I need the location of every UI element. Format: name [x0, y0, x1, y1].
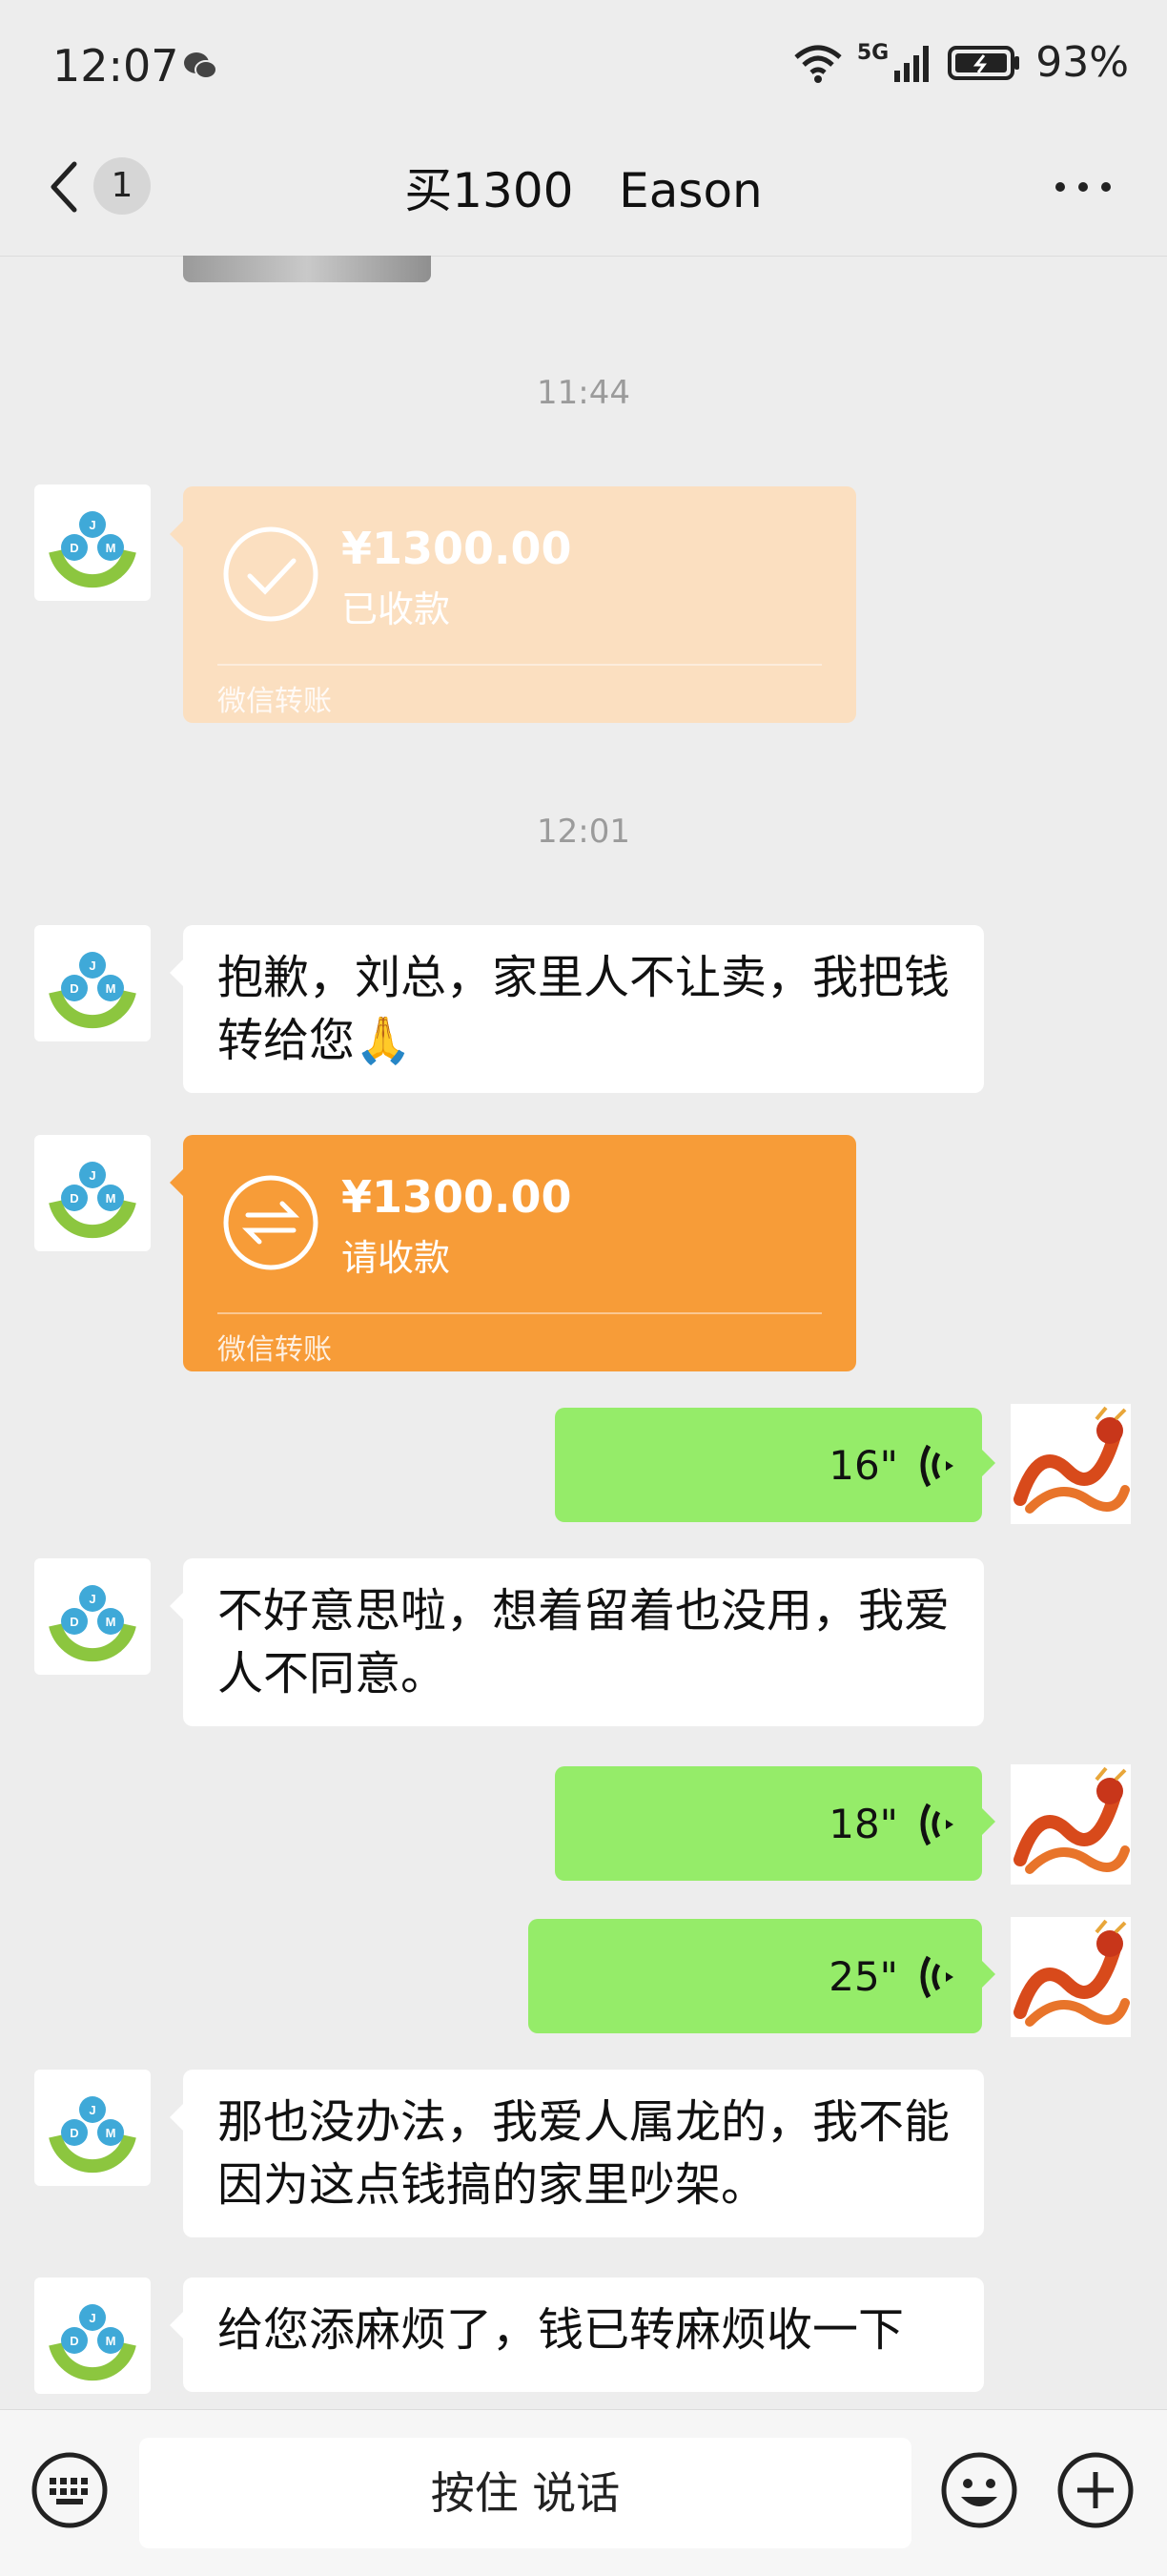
- signal-icon: [894, 45, 930, 82]
- svg-text:D: D: [70, 1191, 78, 1206]
- svg-text:D: D: [70, 981, 78, 996]
- logo-avatar-icon: J D M: [49, 2304, 136, 2381]
- logo-avatar-icon: J D M: [49, 952, 136, 1029]
- svg-text:M: M: [106, 2334, 116, 2348]
- svg-text:J: J: [89, 1592, 95, 1606]
- svg-text:M: M: [106, 2126, 116, 2140]
- status-bar: 12:07 5G 93%: [0, 0, 1167, 134]
- hold-to-talk-button[interactable]: 按住 说话: [139, 2438, 911, 2548]
- status-indicators: 5G 93%: [792, 38, 1129, 87]
- voice-message[interactable]: 18": [555, 1766, 995, 1881]
- keyboard-icon[interactable]: [31, 2451, 109, 2529]
- transfer-amount: ¥1300.00: [341, 1171, 572, 1223]
- message-bubble[interactable]: 不好意思啦，想着留着也没用，我爱人不同意。: [170, 1558, 984, 1726]
- svg-text:J: J: [89, 2311, 95, 2325]
- transfer-arrows-icon: [223, 1175, 318, 1270]
- voice-message[interactable]: 16": [555, 1408, 995, 1522]
- transfer-label: 微信转账: [217, 685, 332, 718]
- check-circle-icon: [223, 526, 318, 622]
- contact-avatar[interactable]: J D M: [34, 484, 151, 601]
- transfer-amount: ¥1300.00: [341, 523, 572, 574]
- svg-text:D: D: [70, 2126, 78, 2140]
- contact-avatar[interactable]: J D M: [34, 925, 151, 1041]
- message-bubble[interactable]: 抱歉，刘总，家里人不让卖，我把钱转给您🙏: [170, 925, 984, 1093]
- voice-duration: 18": [829, 1801, 898, 1847]
- voice-wave-icon: [920, 1444, 953, 1488]
- chat-title: 买1300 Eason: [404, 163, 763, 218]
- voice-wave-icon: [920, 1803, 953, 1846]
- user-avatar[interactable]: [1011, 1764, 1131, 1885]
- svg-text:D: D: [70, 2334, 78, 2348]
- logo-avatar-icon: J D M: [49, 511, 136, 588]
- contact-avatar[interactable]: J D M: [34, 2070, 151, 2186]
- transfer-status: 已收款: [341, 588, 451, 630]
- voice-wave-icon: [920, 1955, 953, 1999]
- svg-text:J: J: [89, 1168, 95, 1183]
- more-icon[interactable]: [1054, 181, 1112, 193]
- dragon-avatar-icon: [1011, 1764, 1131, 1885]
- network-type: 5G: [856, 41, 890, 65]
- svg-text:J: J: [89, 2103, 95, 2117]
- logo-avatar-icon: J D M: [49, 1162, 136, 1239]
- svg-text:M: M: [106, 541, 116, 555]
- message-bubble[interactable]: 那也没办法，我爱人属龙的，我不能因为这点钱搞的家里吵架。: [170, 2070, 984, 2237]
- emoji-icon[interactable]: [940, 2451, 1018, 2529]
- status-time: 12:07: [52, 40, 179, 92]
- svg-text:M: M: [106, 981, 116, 996]
- transfer-card-pending[interactable]: ¥1300.00 请收款 微信转账: [170, 1135, 856, 1371]
- user-avatar[interactable]: [1011, 1917, 1131, 2037]
- voice-message[interactable]: 25": [528, 1919, 995, 2033]
- contact-avatar[interactable]: J D M: [34, 2277, 151, 2394]
- dragon-avatar-icon: [1011, 1917, 1131, 2037]
- user-avatar[interactable]: [1011, 1404, 1131, 1524]
- logo-avatar-icon: J D M: [49, 2096, 136, 2174]
- svg-text:J: J: [89, 958, 95, 973]
- logo-avatar-icon: J D M: [49, 1585, 136, 1662]
- battery-level: 93%: [1035, 38, 1129, 87]
- transfer-label: 微信转账: [217, 1333, 332, 1367]
- image-message-partial[interactable]: [183, 256, 431, 282]
- svg-text:D: D: [70, 1615, 78, 1629]
- wechat-icon: [184, 52, 217, 79]
- voice-duration: 25": [829, 1953, 898, 2000]
- divider: [217, 1312, 822, 1314]
- svg-text:M: M: [106, 1191, 116, 1206]
- voice-duration: 16": [829, 1442, 898, 1489]
- svg-text:D: D: [70, 541, 78, 555]
- timestamp: 11:44: [537, 374, 630, 412]
- message-bubble[interactable]: 给您添麻烦了，钱已转麻烦收一下: [170, 2277, 984, 2392]
- battery-icon: [948, 45, 1020, 80]
- wifi-icon: [794, 45, 842, 83]
- svg-text:M: M: [106, 1615, 116, 1629]
- timestamp: 12:01: [537, 813, 630, 851]
- divider: [217, 664, 822, 666]
- contact-avatar[interactable]: J D M: [34, 1558, 151, 1675]
- plus-icon[interactable]: [1056, 2451, 1135, 2529]
- contact-avatar[interactable]: J D M: [34, 1135, 151, 1251]
- svg-text:J: J: [89, 518, 95, 532]
- transfer-status: 请收款: [341, 1237, 451, 1279]
- transfer-card-received[interactable]: ¥1300.00 已收款 微信转账: [170, 486, 856, 723]
- dragon-avatar-icon: [1011, 1404, 1131, 1524]
